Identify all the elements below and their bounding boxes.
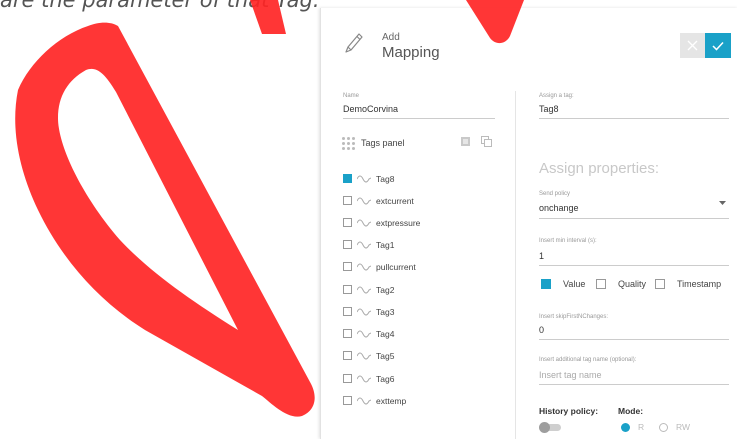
annotation-stroke: [15, 22, 315, 417]
annotation-stroke: [250, 0, 286, 34]
annotation-overlay: [15, 0, 524, 417]
annotation-stroke: [466, 0, 524, 44]
